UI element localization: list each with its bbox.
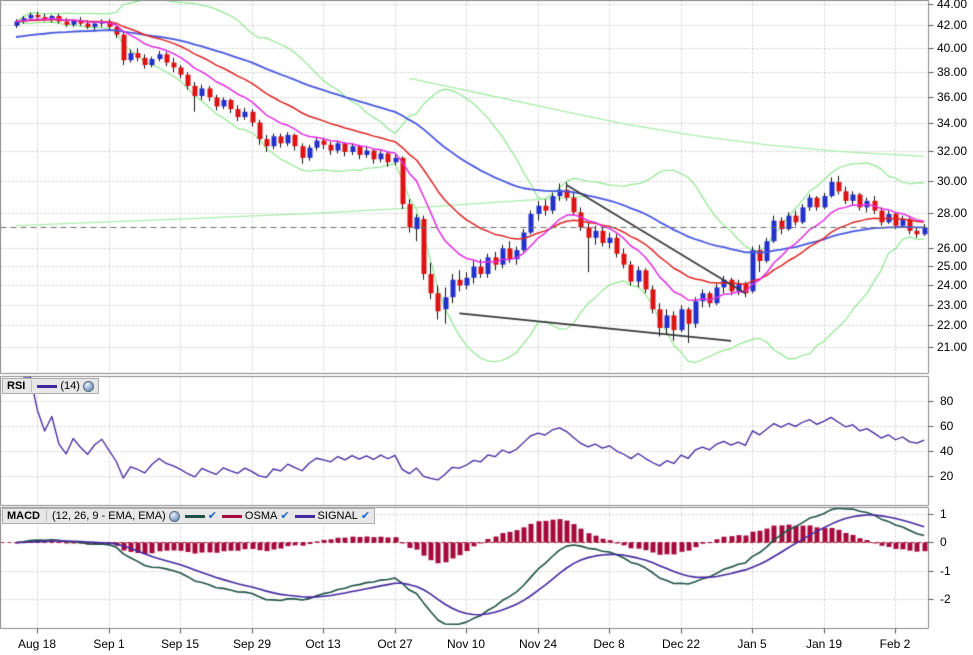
rsi-tick-label: 20	[940, 469, 954, 483]
date-tick-label: Dec 22	[661, 637, 701, 651]
price-tick-label: 40.00	[937, 41, 968, 55]
price-tick-label: 28.00	[937, 206, 968, 220]
rsi-tick-label: 60	[940, 419, 954, 433]
macd-params-item: (12, 26, 9 - EMA, EMA)	[52, 510, 180, 522]
macd-tick-label: -1	[940, 564, 951, 578]
date-tick-label: Nov 10	[446, 637, 486, 651]
price-tick-label: 36.00	[937, 90, 968, 104]
macd-tick-label: 0	[940, 535, 947, 549]
macd-signal-series: SIGNAL ✔	[294, 510, 370, 522]
price-tick-label: 24.00	[937, 278, 968, 292]
rsi-pane-header: RSI (14)	[2, 378, 99, 394]
rsi-tick-label: 40	[940, 444, 954, 458]
globe-icon[interactable]	[82, 380, 94, 392]
globe-icon[interactable]	[168, 510, 180, 522]
macd-pane-header: MACD (12, 26, 9 - EMA, EMA) ✔ OSMA ✔ SIG…	[2, 508, 376, 524]
chart-canvas[interactable]	[0, 0, 973, 655]
price-tick-label: 22.00	[937, 318, 968, 332]
price-tick-label: 44.00	[937, 0, 968, 11]
date-tick-label: Sep 1	[93, 637, 125, 651]
rsi-params: (14)	[60, 380, 80, 392]
date-tick-label: Jan 5	[737, 637, 767, 651]
date-tick-label: Sep 29	[232, 637, 272, 651]
rsi-tick-label: 80	[940, 394, 954, 408]
macd-main-series: ✔	[184, 510, 217, 522]
price-tick-label: 21.00	[937, 340, 968, 354]
macd-tick-label: -2	[940, 592, 951, 606]
date-tick-label: Oct 27	[377, 637, 413, 651]
checkbox-icon[interactable]: ✔	[208, 510, 217, 522]
rsi-label: RSI	[7, 380, 33, 392]
price-tick-label: 26.00	[937, 241, 968, 255]
price-tick-label: 34.00	[937, 116, 968, 130]
price-tick-label: 32.00	[937, 144, 968, 158]
price-tick-label: 25.00	[937, 259, 968, 273]
macd-tick-label: 1	[940, 507, 947, 521]
osma-label: OSMA	[244, 510, 278, 522]
checkbox-icon[interactable]: ✔	[361, 510, 370, 522]
date-tick-label: Dec 8	[593, 637, 625, 651]
price-tick-label: 38.00	[937, 65, 968, 79]
osma-swatch	[221, 514, 242, 518]
date-tick-label: Aug 18	[17, 637, 57, 651]
price-tick-label: 23.00	[937, 298, 968, 312]
macd-label: MACD	[7, 510, 47, 522]
macd-params: (12, 26, 9 - EMA, EMA)	[52, 510, 166, 522]
signal-swatch	[294, 514, 315, 518]
macd-line-swatch	[184, 514, 205, 518]
trading-chart: RSI (14) MACD (12, 26, 9 - EMA, EMA) ✔ O…	[0, 0, 973, 655]
rsi-series: (14)	[37, 380, 94, 392]
rsi-line-swatch	[37, 384, 58, 388]
date-tick-label: Sep 15	[160, 637, 200, 651]
macd-osma-series: OSMA ✔	[221, 510, 290, 522]
price-tick-label: 42.00	[937, 18, 968, 32]
date-tick-label: Feb 2	[879, 637, 911, 651]
price-tick-label: 30.00	[937, 174, 968, 188]
date-tick-label: Nov 24	[518, 637, 558, 651]
date-tick-label: Oct 13	[305, 637, 341, 651]
checkbox-icon[interactable]: ✔	[280, 510, 289, 522]
date-tick-label: Jan 19	[805, 637, 843, 651]
signal-label: SIGNAL	[317, 510, 358, 522]
